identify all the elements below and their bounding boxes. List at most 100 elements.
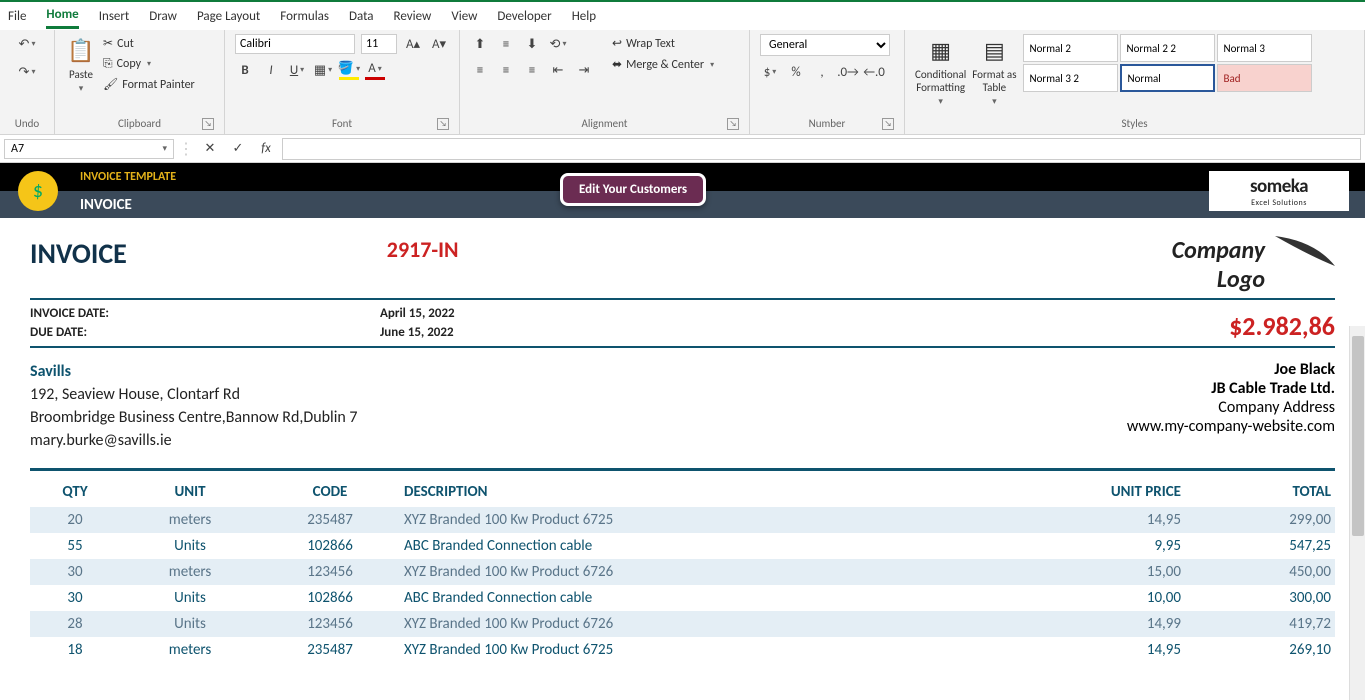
- group-clipboard: 📋 Paste ▾ ✂Cut ⎘Copy 🖌Format Painter Cli…: [55, 30, 225, 134]
- table-row[interactable]: 18meters235487XYZ Branded 100 Kw Product…: [30, 637, 1335, 663]
- redo-button[interactable]: ↷: [17, 62, 37, 82]
- enter-formula-icon[interactable]: ✓: [228, 139, 248, 159]
- indent-decrease-icon[interactable]: ⇤: [548, 60, 568, 80]
- bill-to: Joe Black JB Cable Trade Ltd. Company Ad…: [1127, 360, 1335, 452]
- th-code: CODE: [260, 477, 400, 507]
- number-dialog-launcher[interactable]: ↘: [882, 118, 894, 130]
- style-cell-normal[interactable]: Normal: [1120, 64, 1215, 92]
- company-logo: Company Logo: [1172, 236, 1335, 294]
- group-label-number: Number↘: [760, 115, 894, 132]
- align-right-icon[interactable]: ≡: [522, 60, 542, 80]
- fx-icon[interactable]: fx: [256, 139, 276, 159]
- scrollbar-thumb[interactable]: [1352, 336, 1364, 536]
- align-left-icon[interactable]: ≡: [470, 60, 490, 80]
- decrease-decimal-icon[interactable]: ←.0: [864, 62, 884, 82]
- vertical-scrollbar[interactable]: [1349, 326, 1365, 700]
- from-email: mary.burke@savills.ie: [30, 429, 358, 452]
- menu-tab-developer[interactable]: Developer: [497, 5, 551, 28]
- border-button[interactable]: ▦: [313, 60, 333, 80]
- decrease-font-icon[interactable]: A▾: [429, 34, 449, 54]
- cut-button[interactable]: ✂Cut: [103, 34, 195, 53]
- template-supertitle: INVOICE TEMPLATE: [80, 170, 176, 184]
- comma-format-icon[interactable]: ,: [812, 62, 832, 82]
- table-row[interactable]: 20meters235487XYZ Branded 100 Kw Product…: [30, 507, 1335, 533]
- underline-button[interactable]: U: [287, 60, 307, 80]
- align-top-icon[interactable]: ⬆: [470, 34, 490, 54]
- group-label-clipboard: Clipboard↘: [65, 115, 214, 132]
- align-center-icon[interactable]: ≡: [496, 60, 516, 80]
- due-date-value: June 15, 2022: [380, 325, 454, 340]
- font-size-input[interactable]: [361, 34, 397, 54]
- table-row[interactable]: 28Units123456XYZ Branded 100 Kw Product …: [30, 611, 1335, 637]
- copy-button[interactable]: ⎘Copy: [103, 55, 195, 73]
- paste-button[interactable]: 📋 Paste ▾: [65, 34, 97, 94]
- template-title: INVOICE: [80, 196, 132, 214]
- align-middle-icon[interactable]: ≡: [496, 34, 516, 54]
- style-cell-normal-2-2[interactable]: Normal 2 2: [1120, 34, 1215, 62]
- number-format-select[interactable]: General: [760, 34, 890, 56]
- bold-button[interactable]: B: [235, 60, 255, 80]
- ribbon: ↶ ↷ Undo 📋 Paste ▾ ✂Cut ⎘Copy 🖌Format Pa…: [0, 30, 1365, 135]
- merge-center-button[interactable]: ⬌Merge & Center: [612, 55, 714, 74]
- menu-tab-page-layout[interactable]: Page Layout: [197, 5, 260, 28]
- menu-tab-help[interactable]: Help: [572, 5, 596, 28]
- someka-logo: someka Excel Solutions: [1209, 171, 1349, 211]
- indent-increase-icon[interactable]: ⇥: [574, 60, 594, 80]
- scissors-icon: ✂: [103, 36, 113, 51]
- increase-font-icon[interactable]: A▴: [403, 34, 423, 54]
- group-undo: ↶ ↷ Undo: [0, 30, 55, 134]
- style-cell-bad[interactable]: Bad: [1217, 64, 1312, 92]
- wrap-text-button[interactable]: ↩Wrap Text: [612, 34, 714, 53]
- conditional-formatting-button[interactable]: ▦ Conditional Formatting▾: [915, 34, 966, 107]
- edit-customers-button[interactable]: Edit Your Customers: [560, 173, 706, 206]
- name-box[interactable]: A7▾: [4, 139, 174, 159]
- cancel-formula-icon[interactable]: ✕: [200, 139, 220, 159]
- worksheet[interactable]: INVOICE TEMPLATE INVOICE $ Edit Your Cus…: [0, 163, 1365, 700]
- formula-bar: A7▾ ⋮ ✕ ✓ fx: [0, 135, 1365, 163]
- cell-styles-gallery[interactable]: Normal 2Normal 2 2Normal 3 Normal 3 2Norm…: [1023, 34, 1312, 92]
- to-company: JB Cable Trade Ltd.: [1127, 379, 1335, 398]
- style-cell-normal-3[interactable]: Normal 3: [1217, 34, 1312, 62]
- cond-format-icon: ▦: [925, 34, 957, 66]
- th-total: TOTAL: [1185, 477, 1335, 507]
- style-cell-normal-2[interactable]: Normal 2: [1023, 34, 1118, 62]
- clipboard-dialog-launcher[interactable]: ↘: [202, 118, 214, 130]
- invoice-number: 2917-IN: [387, 236, 459, 271]
- merge-icon: ⬌: [612, 57, 622, 72]
- menu-tab-formulas[interactable]: Formulas: [280, 5, 329, 28]
- invoice-title: INVOICE: [30, 236, 127, 271]
- menu-tab-data[interactable]: Data: [349, 5, 374, 28]
- font-color-button[interactable]: A: [365, 60, 385, 80]
- format-as-table-button[interactable]: ▤ Format as Table▾: [972, 34, 1016, 107]
- table-row[interactable]: 55Units102866ABC Branded Connection cabl…: [30, 533, 1335, 559]
- table-row[interactable]: 30meters123456XYZ Branded 100 Kw Product…: [30, 559, 1335, 585]
- swoosh-icon: [1275, 236, 1335, 266]
- menubar: File Home Insert Draw Page Layout Formulas Dat…: [0, 0, 1365, 30]
- font-dialog-launcher[interactable]: ↘: [437, 118, 449, 130]
- format-painter-button[interactable]: 🖌Format Painter: [103, 75, 195, 94]
- from-addr2: Broombridge Business Centre,Bannow Rd,Du…: [30, 406, 358, 429]
- menu-tab-file[interactable]: File: [8, 5, 26, 28]
- table-row[interactable]: 30Units102866ABC Branded Connection cabl…: [30, 585, 1335, 611]
- style-cell-normal-3-2[interactable]: Normal 3 2: [1023, 64, 1118, 92]
- align-bottom-icon[interactable]: ⬇: [522, 34, 542, 54]
- menu-tab-review[interactable]: Review: [394, 5, 432, 28]
- group-alignment: ⬆ ≡ ⬇ ⟲ ≡ ≡ ≡ ⇤ ⇥ ↩Wrap Text ⬌Merge & Ce…: [460, 30, 750, 134]
- th-qty: QTY: [30, 477, 120, 507]
- font-name-input[interactable]: [235, 34, 355, 54]
- orientation-icon[interactable]: ⟲: [548, 34, 568, 54]
- menu-tab-draw[interactable]: Draw: [149, 5, 177, 28]
- formula-input[interactable]: [282, 138, 1361, 160]
- percent-format-icon[interactable]: %: [786, 62, 806, 82]
- increase-decimal-icon[interactable]: .0→: [838, 62, 858, 82]
- th-unit: UNIT: [120, 477, 260, 507]
- fill-color-button[interactable]: 🪣: [339, 60, 359, 80]
- alignment-dialog-launcher[interactable]: ↘: [727, 118, 739, 130]
- menu-tab-insert[interactable]: Insert: [99, 5, 130, 28]
- brush-icon: 🖌: [103, 77, 118, 92]
- menu-tab-view[interactable]: View: [451, 5, 477, 28]
- italic-button[interactable]: I: [261, 60, 281, 80]
- accounting-format-icon[interactable]: $: [760, 62, 780, 82]
- undo-button[interactable]: ↶: [17, 34, 37, 54]
- menu-tab-home[interactable]: Home: [46, 3, 78, 29]
